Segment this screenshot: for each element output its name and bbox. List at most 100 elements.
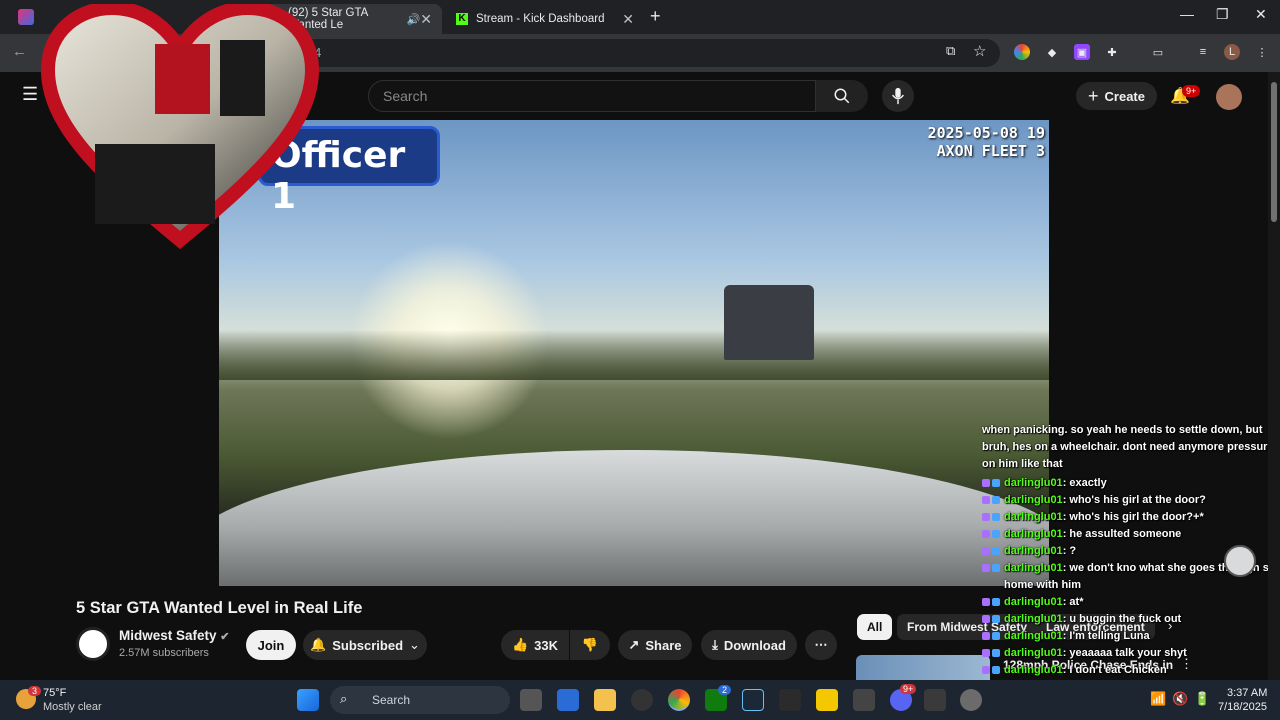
minimize-button[interactable]: — <box>1180 6 1194 22</box>
subscribed-label: Subscribed <box>332 637 404 653</box>
like-count: 33K <box>534 637 559 653</box>
chrome-icon[interactable] <box>668 689 690 711</box>
settings-gear-icon[interactable] <box>960 689 982 711</box>
task-view-icon[interactable] <box>520 689 542 711</box>
file-explorer-icon[interactable] <box>594 689 616 711</box>
store-icon[interactable] <box>557 689 579 711</box>
weather-badge: 3 <box>28 686 42 696</box>
chat-badge-icon <box>992 547 1000 555</box>
chat-message: darlinglu01: at* <box>982 594 1278 611</box>
speaker-icon[interactable]: 🔊 <box>407 13 421 26</box>
kick-icon: K <box>456 13 468 25</box>
chat-username: darlinglu01 <box>1004 664 1063 676</box>
chat-username: darlinglu01 <box>1004 494 1063 506</box>
channel-name[interactable]: Midwest Safety ✔ <box>119 628 230 643</box>
chat-message: darlinglu01: u buggin the fuck out <box>982 611 1278 628</box>
epic-games-icon[interactable] <box>779 689 801 711</box>
system-tray-icons[interactable]: 📶🔇🔋 <box>1150 691 1217 707</box>
chat-message: darlinglu01: exactly <box>982 475 1278 492</box>
bookmark-star-icon[interactable]: ☆ <box>973 42 986 60</box>
clock-date[interactable]: 7/18/2025 <box>1218 701 1267 713</box>
share-button[interactable]: ↗ Share <box>618 630 692 660</box>
discord-badge: 9+ <box>900 684 917 694</box>
install-app-icon[interactable]: ⧉ <box>946 43 955 59</box>
chat-text: : at* <box>1062 596 1084 608</box>
voice-search-button[interactable] <box>882 80 914 112</box>
dislike-button[interactable]: 👎 <box>570 630 610 660</box>
chat-badge-icon <box>982 513 990 521</box>
tab-kick-dashboard[interactable]: K Stream - Kick Dashboard ✕ <box>446 4 644 34</box>
subscribed-button[interactable]: 🔔 Subscribed ⌄ <box>303 630 427 660</box>
chat-badge-icon <box>992 632 1000 640</box>
profile-avatar[interactable]: L <box>1224 44 1240 60</box>
like-button[interactable]: 👍 33K <box>501 630 569 660</box>
browser-menu-icon[interactable]: ⋮ <box>1254 44 1270 60</box>
join-button[interactable]: Join <box>246 630 296 660</box>
address-bar[interactable]: G4 <box>290 39 1000 67</box>
chat-message: darlinglu01: I don't eat Chicken <box>982 662 1278 679</box>
chat-message: darlinglu01: who's his girl the door?+* <box>982 509 1278 526</box>
thumbs-up-icon: 👍 <box>511 637 529 652</box>
chip-all[interactable]: All <box>857 614 893 640</box>
chat-text: : yeaaaaa talk your shyt <box>1062 647 1187 659</box>
app-logo-icon[interactable] <box>18 9 34 25</box>
close-tab-icon[interactable]: ✕ <box>622 11 634 28</box>
chat-username: darlinglu01 <box>1004 562 1063 574</box>
channel-avatar[interactable] <box>76 627 110 661</box>
close-tab-icon[interactable]: ✕ <box>420 11 432 28</box>
obs-icon[interactable] <box>631 689 653 711</box>
back-icon[interactable]: ← <box>12 43 27 60</box>
tab-label: Stream - Kick Dashboard <box>476 13 605 25</box>
chat-text: : who's his girl at the door? <box>1062 494 1206 506</box>
video-player[interactable]: 2025-05-08 19 AXON FLEET 3 <box>219 120 1049 586</box>
extensions-puzzle-icon[interactable]: ✚ <box>1104 44 1120 60</box>
extension-color-icon[interactable] <box>1014 44 1030 60</box>
video-title: 5 Star GTA Wanted Level in Real Life <box>76 599 363 617</box>
windows-start-icon[interactable] <box>297 689 319 711</box>
chat-badge-icon <box>992 496 1000 504</box>
search-input[interactable]: Search <box>368 80 816 112</box>
search-button[interactable] <box>816 80 868 112</box>
share-icon: ↗ <box>628 637 640 652</box>
chat-badge-icon <box>982 479 990 487</box>
verified-icon: ✔ <box>220 631 230 643</box>
maximize-button[interactable]: ❐ <box>1216 6 1229 23</box>
more-actions-button[interactable]: ⋯ <box>805 630 837 660</box>
weather-description: Mostly clear <box>43 701 102 713</box>
media-controls-icon[interactable]: ≡ <box>1195 44 1211 60</box>
rockstar-icon[interactable] <box>816 689 838 711</box>
create-button[interactable]: + Create <box>1076 82 1157 110</box>
close-window-button[interactable]: ✕ <box>1255 6 1267 23</box>
side-panel-icon[interactable]: ▭ <box>1150 44 1166 60</box>
taskbar-search[interactable]: Search <box>330 686 510 714</box>
new-tab-button[interactable]: + <box>650 6 661 27</box>
app-7z-icon[interactable] <box>853 689 875 711</box>
scrollbar-thumb[interactable] <box>1271 82 1277 222</box>
bell-icon: 🔔 <box>310 637 327 652</box>
chat-message: darlinglu01: yeaaaaa talk your shyt <box>982 645 1278 662</box>
calculator-icon[interactable] <box>924 689 946 711</box>
twitch-extension-icon[interactable]: ▣ <box>1074 44 1090 60</box>
chat-badge-icon <box>982 564 990 572</box>
recommended-thumbnail[interactable] <box>856 655 990 680</box>
clock-time[interactable]: 3:37 AM <box>1227 687 1267 699</box>
notification-badge: 9+ <box>1182 85 1201 97</box>
chat-badge-icon <box>982 666 990 674</box>
chat-text: : he assulted someone <box>1062 528 1182 540</box>
heart-webcam-overlay <box>40 4 320 250</box>
extension-diamond-icon[interactable]: ◆ <box>1044 44 1060 60</box>
chat-username: darlinglu01 <box>1004 613 1063 625</box>
account-avatar[interactable] <box>1216 84 1242 110</box>
download-button[interactable]: ⤓ Download <box>701 630 797 660</box>
hamburger-menu-icon[interactable]: ☰ <box>22 84 38 105</box>
chat-message: darlinglu01: he assulted someone <box>982 526 1278 543</box>
steam-icon[interactable] <box>742 689 764 711</box>
chat-badge-icon <box>992 666 1000 674</box>
chat-message-intro: when panicking. so yeah he needs to sett… <box>982 424 1274 470</box>
chat-username: darlinglu01 <box>1004 647 1063 659</box>
chat-badge-icon <box>982 598 990 606</box>
search-icon <box>834 88 850 104</box>
chat-message: darlinglu01: who's his girl at the door? <box>982 492 1278 509</box>
chat-badge-icon <box>982 530 990 538</box>
page-scrollbar[interactable] <box>1268 72 1280 680</box>
